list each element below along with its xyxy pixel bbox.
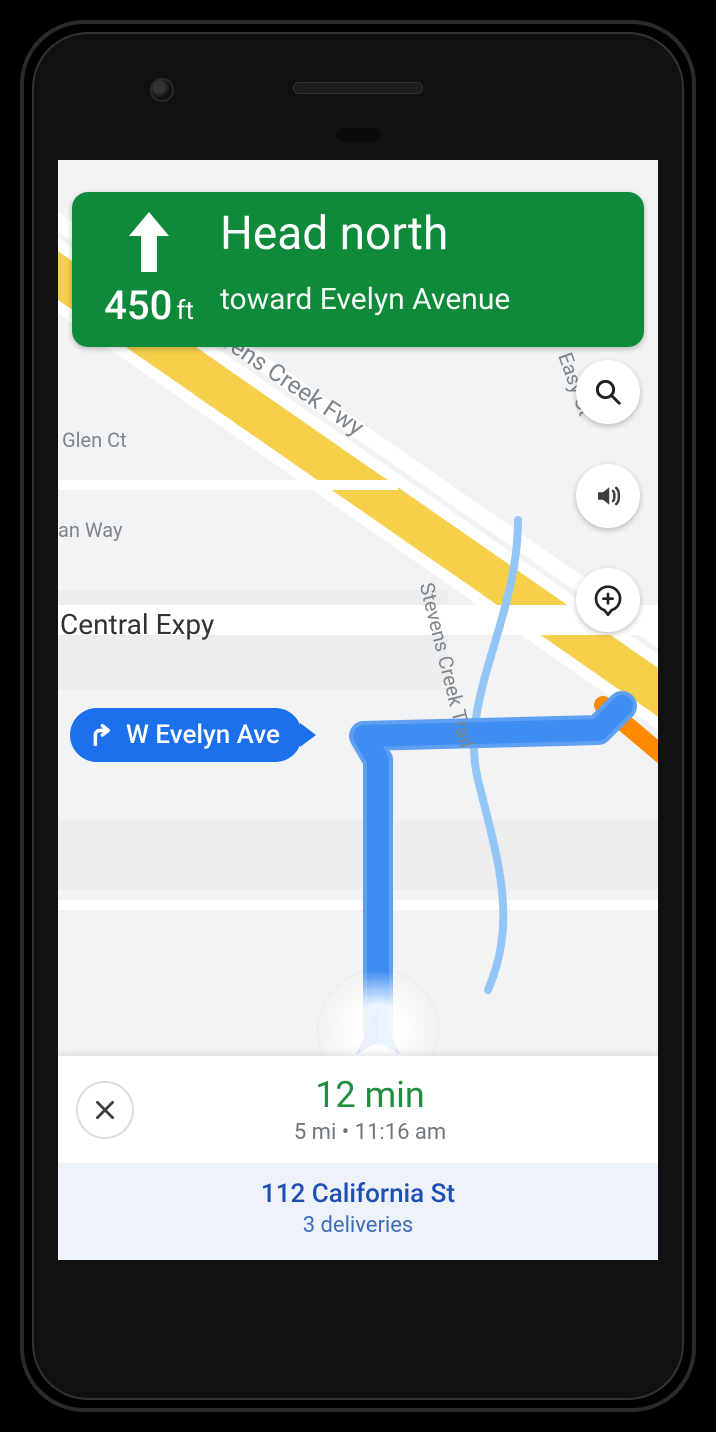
map-fab-column	[576, 360, 640, 632]
phone-frame-inner: Stevens Creek Fwy Easy St Glen Ct an Way…	[32, 32, 684, 1400]
map-label-central-expy: Central Expy	[60, 608, 214, 641]
bottom-sheet[interactable]: 12 min 5 mi • 11:16 am 112 California St…	[58, 1056, 658, 1260]
direction-secondary-text: toward Evelyn Avenue	[220, 282, 622, 329]
delivery-bar[interactable]: 112 California St 3 deliveries	[58, 1163, 658, 1260]
report-button[interactable]	[576, 568, 640, 632]
direction-arrow-icon	[125, 210, 173, 280]
direction-distance-value: 450	[104, 282, 172, 329]
phone-camera	[152, 80, 172, 100]
phone-frame-outer: Stevens Creek Fwy Easy St Glen Ct an Way…	[20, 20, 696, 1412]
phone-speaker	[293, 82, 423, 94]
sound-button[interactable]	[576, 464, 640, 528]
turn-chip-label: W Evelyn Ave	[126, 720, 280, 750]
app-screen: Stevens Creek Fwy Easy St Glen Ct an Way…	[58, 160, 658, 1260]
direction-primary-text: Head north	[220, 210, 622, 280]
bottom-main-row: 12 min 5 mi • 11:16 am	[58, 1056, 658, 1163]
add-report-icon	[592, 584, 624, 616]
search-button[interactable]	[576, 360, 640, 424]
phone-sensor-pill	[336, 128, 380, 142]
turn-right-icon	[86, 721, 114, 749]
close-icon	[92, 1097, 118, 1123]
sound-icon	[593, 481, 623, 511]
direction-banner[interactable]: Head north 450ft toward Evelyn Avenue	[72, 192, 644, 347]
map-label-glen-ct: Glen Ct	[62, 428, 127, 452]
eta-block: 12 min 5 mi • 11:16 am	[162, 1074, 578, 1145]
close-navigation-button[interactable]	[76, 1081, 134, 1139]
upcoming-turn-chip[interactable]: W Evelyn Ave	[70, 708, 302, 762]
direction-distance-unit: ft	[176, 296, 194, 326]
destination-address: 112 California St	[68, 1179, 648, 1209]
direction-distance: 450ft	[104, 282, 194, 329]
search-icon	[593, 377, 623, 407]
delivery-subline: 3 deliveries	[68, 1213, 648, 1238]
map-label-an-way: an Way	[58, 518, 123, 542]
eta-text: 12 min	[315, 1074, 425, 1116]
eta-subline: 5 mi • 11:16 am	[294, 1120, 446, 1145]
